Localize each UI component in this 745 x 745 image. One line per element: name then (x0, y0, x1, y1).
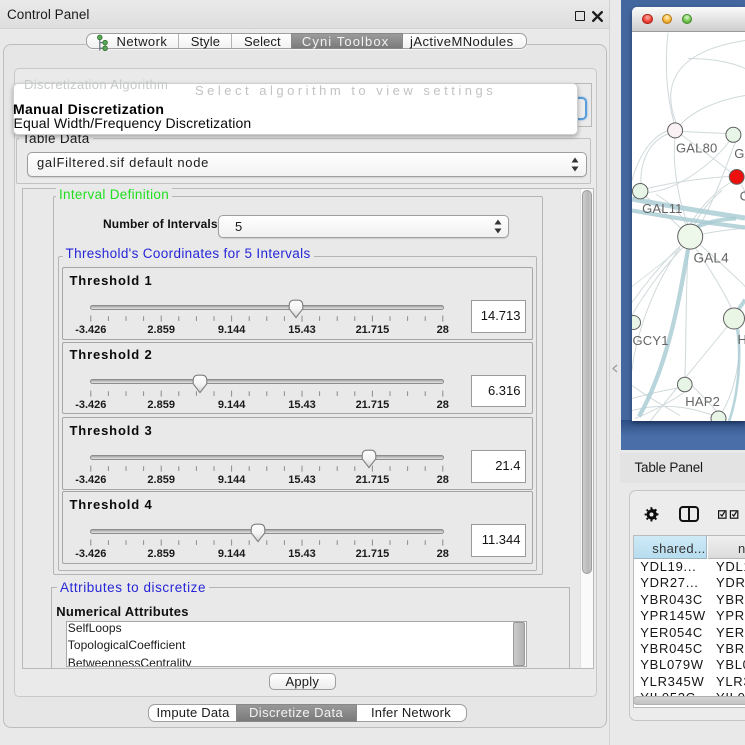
svg-text:HTB1: HTB1 (738, 332, 745, 347)
svg-text:GAL2: GAL2 (734, 146, 745, 161)
svg-text:GAL4: GAL4 (694, 250, 730, 265)
svg-text:GAL80: GAL80 (676, 140, 717, 155)
svg-text:HAP2: HAP2 (685, 394, 720, 409)
svg-text:CDC6: CDC6 (740, 188, 745, 203)
svg-text:GCY1: GCY1 (633, 333, 669, 348)
svg-text:GAL11: GAL11 (642, 201, 683, 216)
